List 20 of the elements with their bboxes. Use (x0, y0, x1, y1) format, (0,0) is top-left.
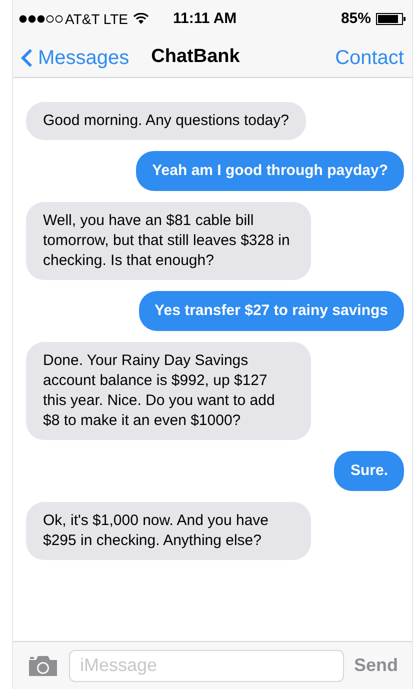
incoming-message-bubble: Well, you have an $81 cable bill tomorrow, but that still leaves $328 in checking. Is that enough? (26, 202, 311, 280)
battery-icon (376, 13, 406, 25)
carrier-label: AT&T LTE (65, 10, 128, 28)
outgoing-message-bubble: Sure. (334, 451, 404, 491)
message-input-field[interactable]: iMessage (69, 650, 344, 682)
incoming-message-bubble: Ok, it's $1,000 now. And you have $295 in checking. Anything else? (26, 502, 311, 560)
camera-icon[interactable] (27, 654, 59, 676)
back-button[interactable]: Messages (21, 42, 130, 72)
incoming-message-bubble: Done. Your Rainy Day Savings account balance is $992, up $127 this year. Nice. Do you want to add $8 to make it an even $1000? (26, 342, 311, 440)
outgoing-message-bubble: Yes transfer $27 to rainy savings (138, 291, 404, 331)
incoming-message-bubble: Good morning. Any questions today? (26, 102, 306, 140)
send-button[interactable]: Send (354, 652, 398, 679)
contact-button[interactable]: Contact (335, 42, 404, 72)
conversation-title: ChatBank (151, 45, 240, 70)
clock-time: 11:11 AM (173, 8, 237, 29)
battery-percentage: 85% (340, 8, 371, 29)
chevron-left-icon (21, 48, 33, 68)
outgoing-message-bubble: Yeah am I good through payday? (136, 151, 404, 191)
signal-strength-icon (19, 15, 63, 23)
wifi-icon (133, 13, 150, 25)
